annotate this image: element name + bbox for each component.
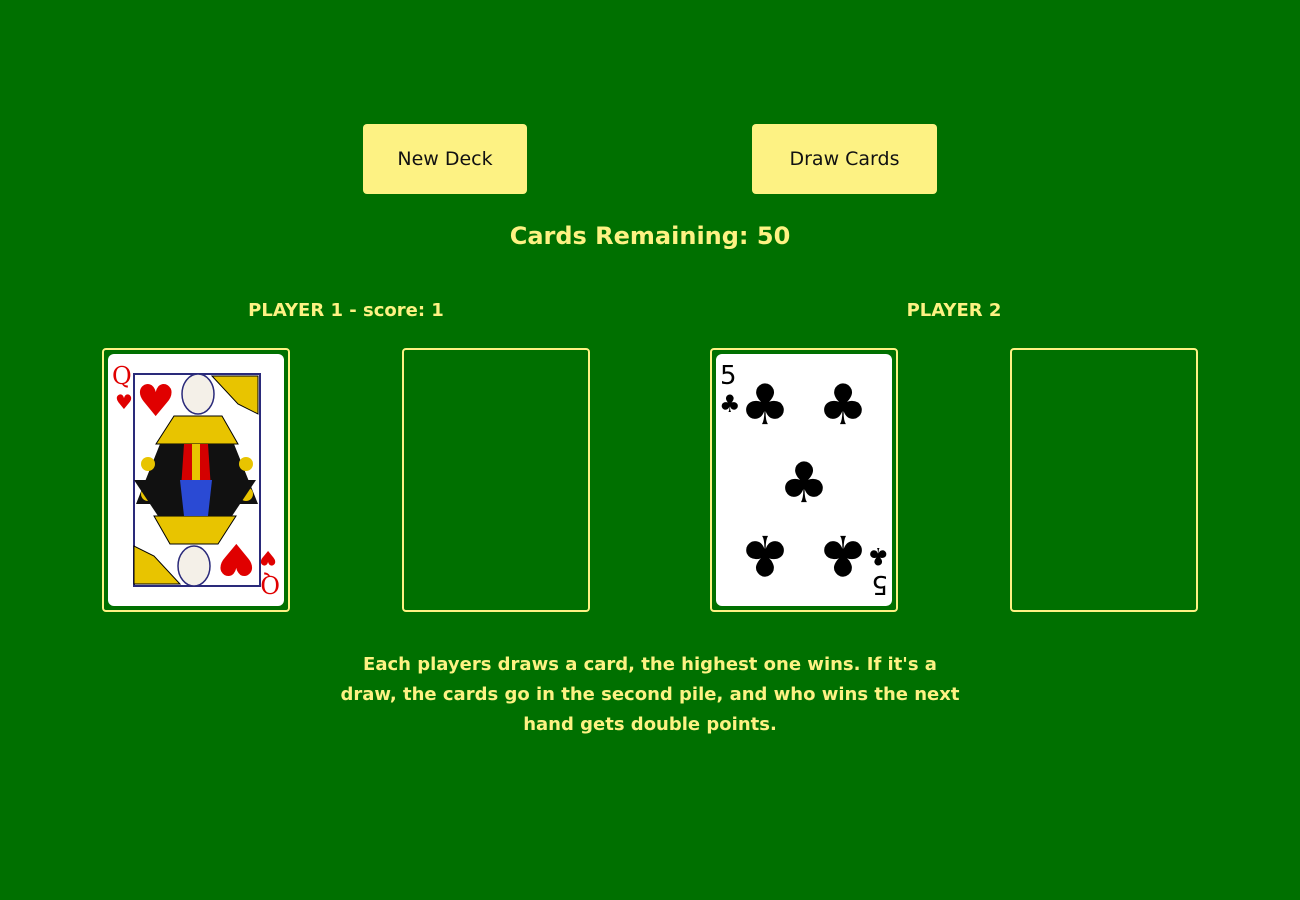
player-1-title: PLAYER 1 - score: 1 — [248, 300, 444, 321]
svg-text:♣: ♣ — [740, 373, 790, 438]
svg-text:♣: ♣ — [779, 451, 829, 516]
card-rank-bottom: Q — [260, 570, 280, 598]
new-deck-button[interactable]: New Deck — [363, 124, 527, 194]
svg-text:♣: ♣ — [818, 373, 868, 438]
svg-text:♣: ♣ — [867, 542, 889, 570]
player-1-card-pile: Q ♥ Q ♥ ♥ ♥ — [102, 348, 290, 612]
svg-text:♣: ♣ — [740, 522, 790, 587]
cards-remaining: Cards Remaining: 50 — [509, 222, 791, 250]
player-1-second-pile — [402, 348, 590, 612]
card-rank-top: Q — [112, 362, 132, 390]
svg-text:♣: ♣ — [818, 522, 868, 587]
svg-text:♥: ♥ — [115, 390, 133, 414]
svg-text:♥: ♥ — [217, 533, 256, 584]
card-rank-bottom: 5 — [871, 569, 888, 599]
svg-text:♣: ♣ — [719, 390, 741, 418]
player-2-second-pile — [1010, 348, 1198, 612]
five-of-clubs-card: 5 ♣ 5 ♣ ♣ ♣ ♣ ♣ ♣ — [716, 354, 892, 606]
player-2-title: PLAYER 2 — [906, 300, 1002, 321]
queen-of-hearts-card: Q ♥ Q ♥ ♥ ♥ — [108, 354, 284, 606]
svg-text:♥: ♥ — [136, 376, 175, 427]
game-rules: Each players draws a card, the highest o… — [340, 654, 960, 735]
svg-text:♥: ♥ — [259, 546, 277, 570]
draw-cards-button[interactable]: Draw Cards — [752, 124, 937, 194]
card-rank-top: 5 — [720, 361, 737, 391]
player-2-card-pile: 5 ♣ 5 ♣ ♣ ♣ ♣ ♣ ♣ — [710, 348, 898, 612]
